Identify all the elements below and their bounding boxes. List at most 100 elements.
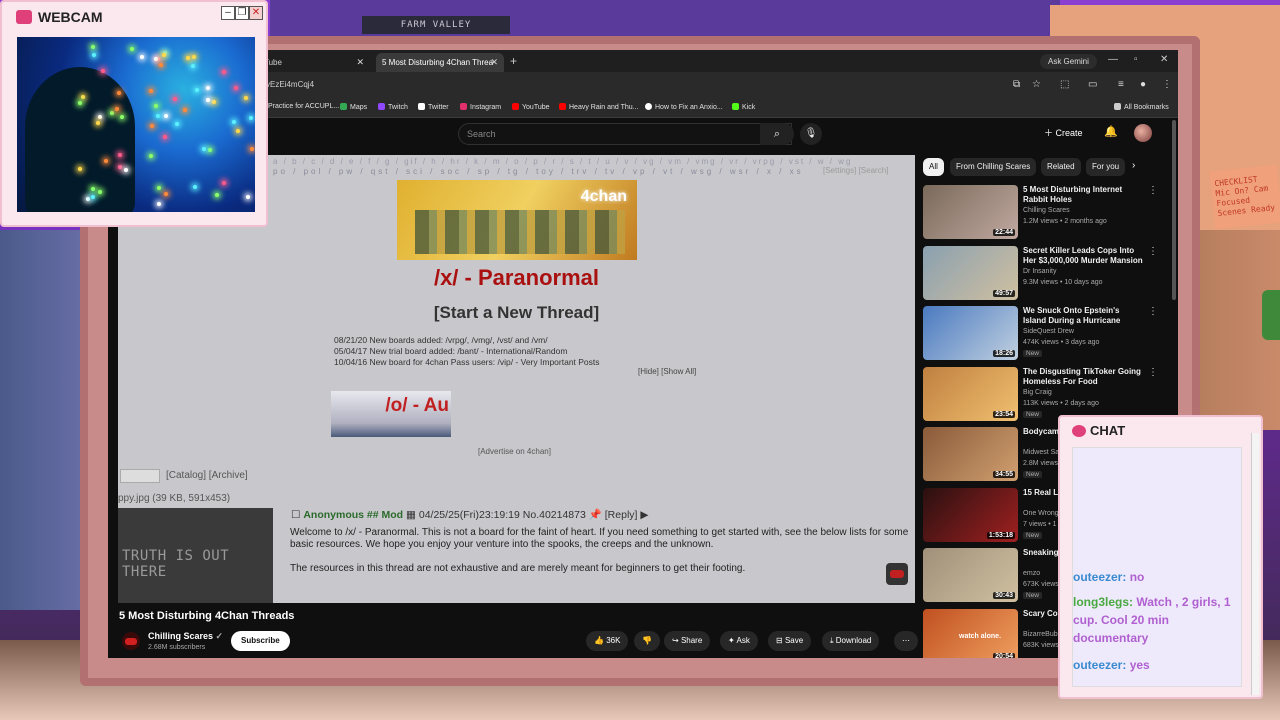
recommendation-thumbnail[interactable]: watch alone. 20:54	[923, 608, 1018, 658]
window-close-icon[interactable]: ✕	[1160, 54, 1168, 65]
tab-youtube[interactable]: Tube ✕	[258, 53, 370, 72]
more-vert-icon[interactable]: ⋮	[1148, 246, 1158, 257]
search-input[interactable]: Search	[458, 123, 792, 145]
recommendation-title[interactable]: Secret Killer Leads Cops Into Her $3,000…	[1023, 246, 1143, 266]
channel-name[interactable]: Chilling Scares ✓	[148, 631, 223, 642]
recommendation-thumbnail[interactable]: 30:43	[923, 548, 1018, 602]
new-badge: New	[1023, 410, 1043, 418]
profile-icon[interactable]: ●	[1140, 79, 1146, 90]
close-icon[interactable]: ✕	[356, 53, 364, 72]
recommendation-title[interactable]: 5 Most Disturbing Internet Rabbit Holes	[1023, 185, 1143, 205]
subscribe-button[interactable]: Subscribe	[231, 631, 290, 651]
chevron-right-icon[interactable]: ›	[1132, 160, 1135, 171]
new-tab-icon[interactable]: +	[510, 54, 517, 68]
channel-avatar[interactable]	[122, 632, 140, 650]
chip-for-you[interactable]: For you	[1086, 158, 1126, 176]
sidepanel-icon[interactable]: ▭	[1088, 79, 1097, 90]
recommendation-thumbnail[interactable]: 1:53:18	[923, 487, 1018, 542]
chat-message: outeezer: yes	[1073, 656, 1245, 674]
avatar[interactable]	[1134, 124, 1152, 142]
bookmark-item[interactable]: Instagram	[460, 103, 501, 111]
microphone-icon[interactable]: 🎙	[800, 123, 822, 145]
video-duration: 30:43	[993, 592, 1015, 599]
chat-bubble-icon	[1072, 425, 1086, 437]
mod-icon: ▦	[406, 509, 416, 521]
bookmark-item[interactable]: How to Fix an Anxio...	[645, 103, 723, 111]
cast-icon[interactable]: ⧉	[1013, 79, 1020, 90]
recommendation-thumbnail[interactable]: 34:55	[923, 427, 1018, 481]
recommendation-meta: 474K views • 3 days ago	[1023, 339, 1100, 346]
menu-icon[interactable]: ⋮	[1162, 79, 1172, 90]
recommendation-item[interactable]: 18:26 We Snuck Onto Epstein's Island Duri…	[923, 306, 1168, 362]
like-button[interactable]: 👍 36K	[586, 631, 629, 651]
recommendation-meta: 683K views	[1023, 641, 1059, 649]
video-duration: 23:54	[993, 410, 1015, 418]
bell-icon[interactable]: 🔔	[1104, 125, 1118, 138]
close-icon[interactable]: ✕	[490, 53, 498, 72]
new-badge: New	[1023, 350, 1043, 357]
bookmark-item[interactable]: Maps	[340, 103, 367, 111]
thumbs-up-icon: 👍	[594, 636, 604, 645]
more-vert-icon[interactable]: ⋮	[1148, 367, 1158, 378]
minimize-icon: –	[221, 6, 235, 20]
fairy-light	[155, 114, 160, 119]
video-duration: 1:53:18	[986, 531, 1015, 539]
maximize-icon[interactable]: ▫	[1134, 54, 1138, 65]
fairy-light	[249, 115, 254, 120]
chat-text: no	[1129, 570, 1145, 584]
recommendation-title[interactable]: The Disgusting TikToker Going Homeless F…	[1023, 367, 1143, 387]
ask-button[interactable]: ✦ Ask	[720, 631, 758, 651]
all-bookmarks[interactable]: All Bookmarks	[1114, 103, 1169, 111]
advertise-link: [Advertise on 4chan]	[478, 447, 551, 456]
recommendation-thumbnail[interactable]: 22:44	[923, 185, 1018, 239]
chip-from-channel[interactable]: From Chilling Scares	[950, 158, 1037, 176]
star-icon[interactable]: ☆	[1032, 79, 1041, 90]
share-icon: ↪	[672, 636, 679, 645]
more-vert-icon[interactable]: ⋮	[1148, 185, 1158, 196]
media-icon[interactable]: ≡	[1118, 79, 1124, 90]
chat-message: long3legs: Watch , 2 girls, 1 cup. Cool …	[1073, 593, 1245, 647]
more-vert-icon[interactable]: ⋮	[1148, 306, 1158, 317]
scrollbar[interactable]	[1172, 120, 1176, 300]
minimize-icon[interactable]: —	[1108, 54, 1118, 65]
maximize-icon: ❐	[235, 6, 249, 20]
save-button[interactable]: ⊟ Save	[768, 631, 812, 651]
ask-gemini-button[interactable]: Ask Gemini	[1040, 54, 1097, 69]
more-actions-button[interactable]: ⋯	[894, 631, 918, 651]
post-name: Anonymous ## Mod	[303, 509, 404, 521]
recommendation-meta: 673K views	[1023, 581, 1059, 588]
chip-all[interactable]: All	[923, 158, 944, 176]
post-thumbnail: TRUTH IS OUT THERE	[118, 508, 273, 603]
recommendation-title[interactable]: We Snuck Onto Epstein's Island During a …	[1023, 306, 1143, 326]
recommendation-thumbnail[interactable]: 23:54	[923, 366, 1018, 421]
video-duration: 22:44	[993, 229, 1015, 236]
recommendation-item[interactable]: 49:57 Secret Killer Leads Cops Into Her $…	[923, 245, 1168, 302]
recommendation-item[interactable]: 22:44 5 Most Disturbing Internet Rabbit H…	[923, 185, 1168, 241]
bookmark-item[interactable]: YouTube	[512, 103, 550, 111]
bookmark-item[interactable]: Twitch	[378, 103, 408, 111]
tab-active[interactable]: 5 Most Disturbing 4Chan Threa ✕	[376, 53, 504, 72]
recommendation-meta: 113K views • 2 days ago	[1023, 399, 1099, 407]
recommendation-thumbnail[interactable]: 18:26	[923, 306, 1018, 360]
bookmark-item[interactable]: Heavy Rain and Thu...	[559, 103, 639, 111]
url-field[interactable]: vEzEi4mCqj4	[266, 80, 314, 89]
extensions-icon[interactable]: ⬚	[1060, 79, 1069, 90]
download-button[interactable]: ⤓ Download	[822, 631, 880, 651]
create-button[interactable]: ＋ Create	[1044, 126, 1083, 139]
fairy-light	[250, 146, 255, 151]
recommendation-channel: emzo	[1023, 570, 1041, 577]
settings-search-links: [Settings] [Search]	[823, 166, 889, 175]
board-banner: 4chan	[397, 180, 637, 260]
fairy-light	[192, 54, 197, 59]
recommendation-thumbnail[interactable]: 49:57	[923, 245, 1018, 300]
share-button[interactable]: ↪ Share	[664, 631, 711, 651]
chat-window: CHAT outeezer: no long3legs: Watch , 2 g…	[1058, 415, 1263, 699]
bookmark-item[interactable]: Twitter	[418, 103, 449, 111]
fairy-light	[194, 88, 199, 93]
chip-related[interactable]: Related	[1041, 158, 1081, 176]
bookmark-item[interactable]: Practice for ACCUPL...	[268, 103, 339, 110]
dislike-button[interactable]: 👎	[634, 631, 660, 651]
search-icon[interactable]: ⌕	[760, 123, 794, 145]
bookmark-item[interactable]: Kick	[732, 103, 755, 111]
kick-icon	[732, 103, 739, 110]
